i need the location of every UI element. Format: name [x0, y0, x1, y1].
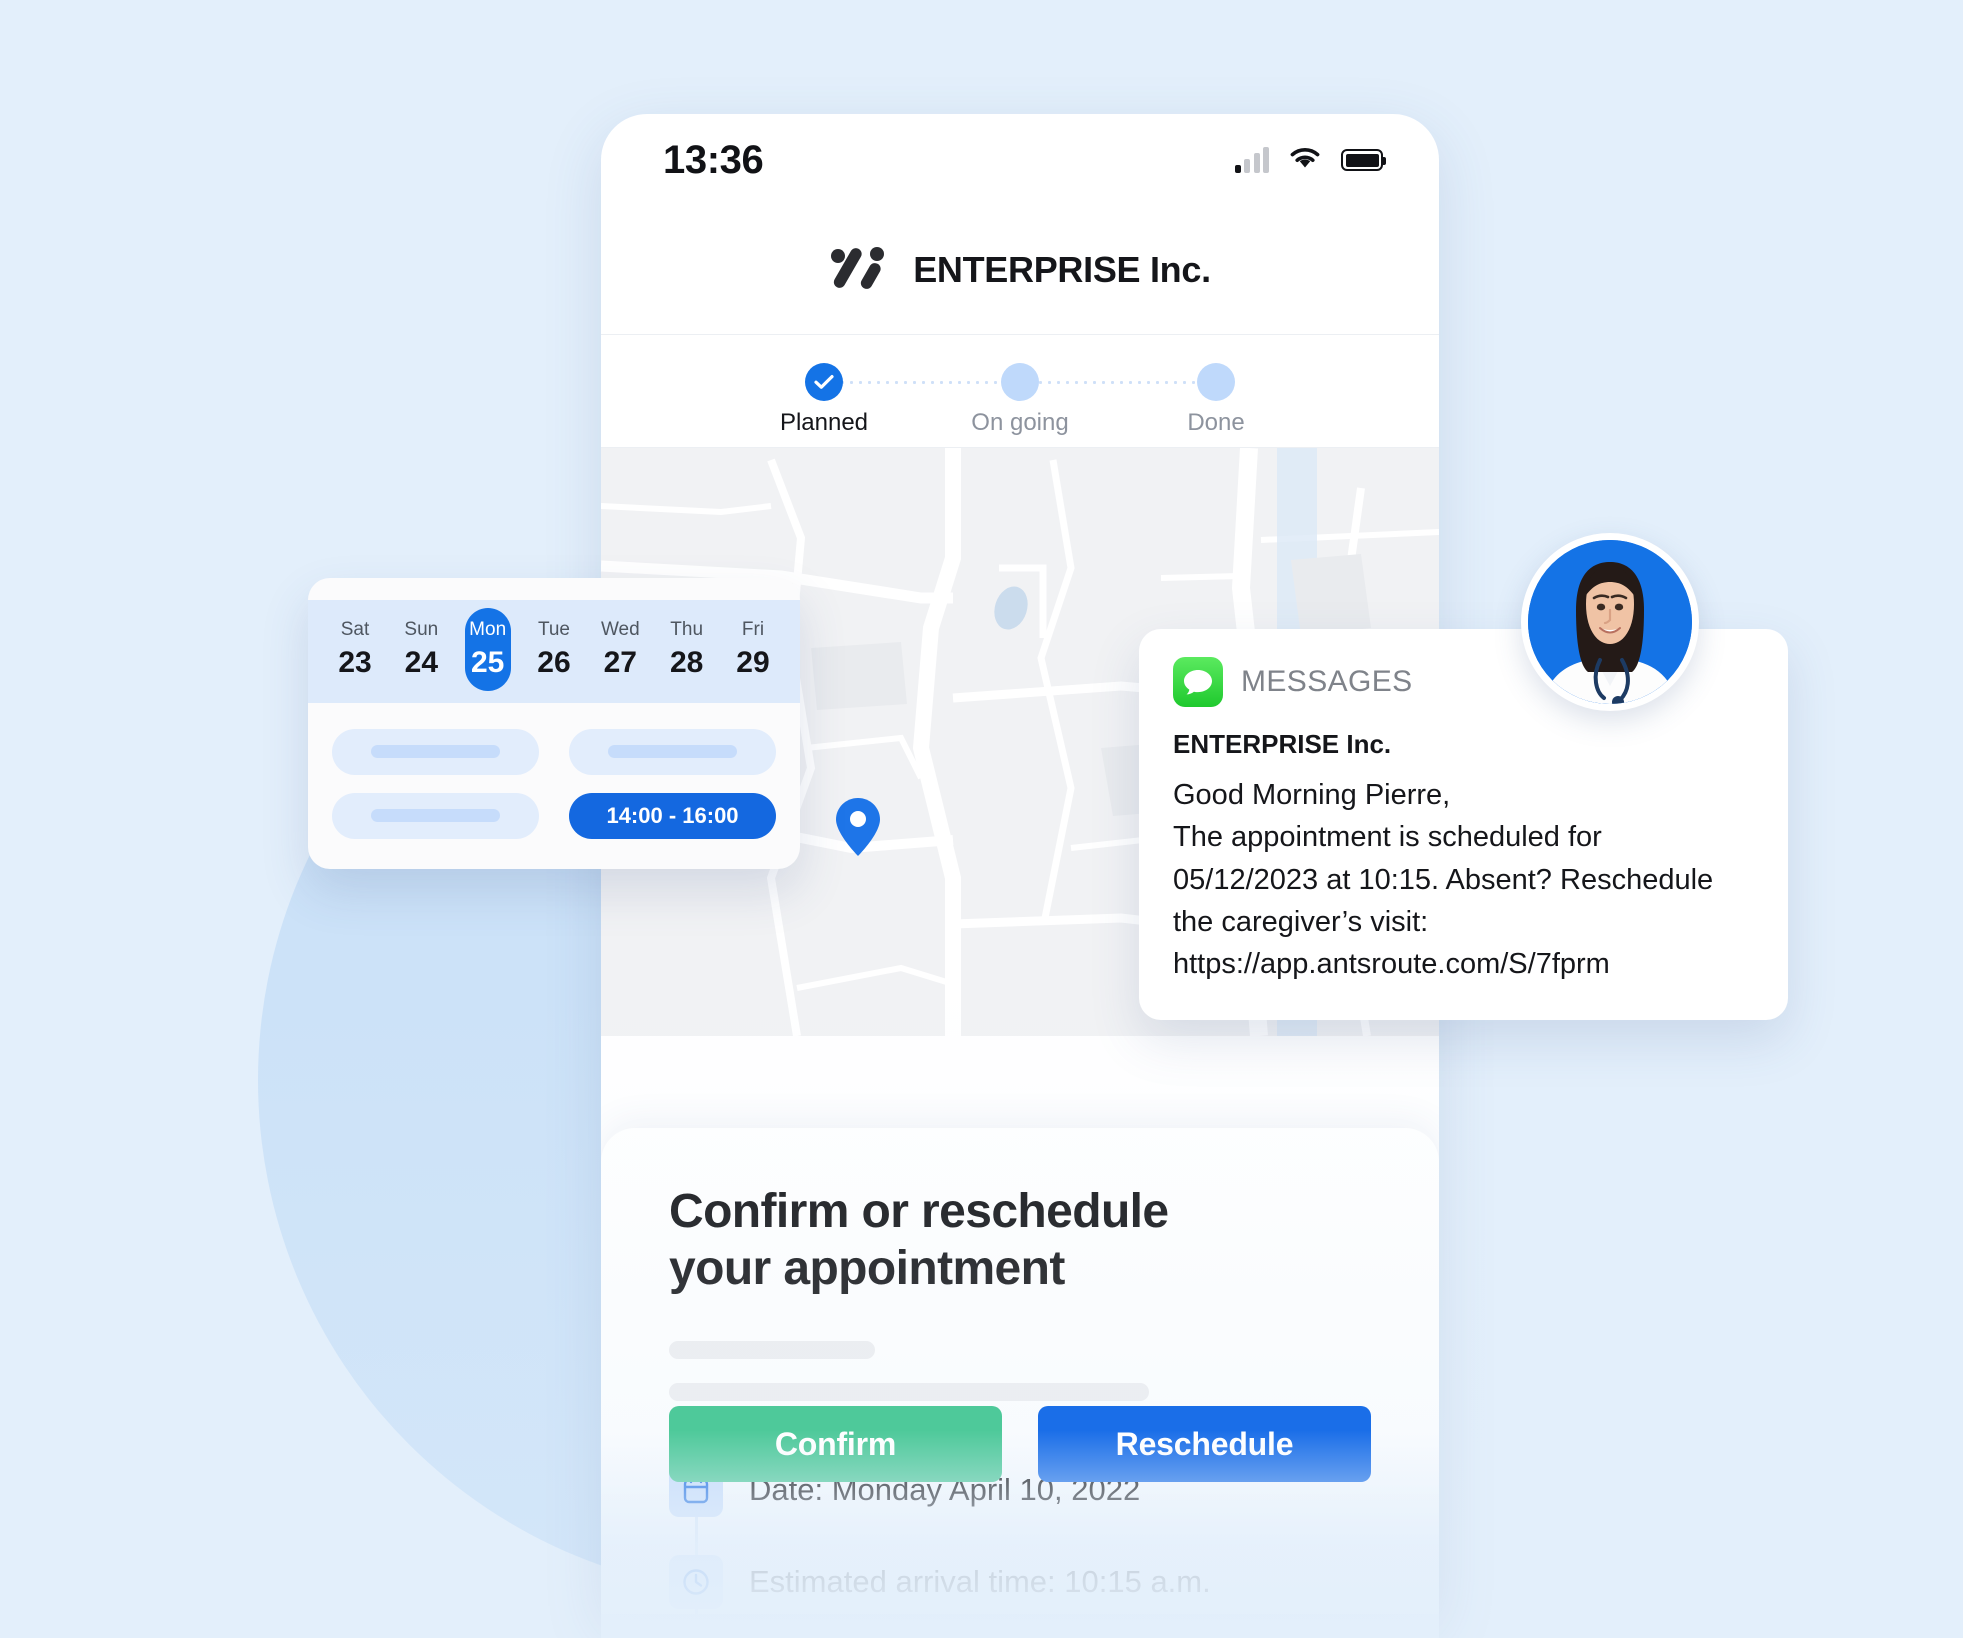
calendar-day-number: 29 [736, 645, 770, 679]
calendar-day-number: 24 [404, 645, 439, 679]
calendar-day[interactable]: Wed 27 [597, 608, 643, 691]
stepper-dot-done [1197, 363, 1235, 401]
calendar-day[interactable]: Sat 23 [332, 608, 378, 691]
stepper-step-planned[interactable]: Planned [749, 335, 899, 447]
brand-name: ENTERPRISE Inc. [913, 249, 1211, 290]
calendar-day-number: 26 [537, 645, 571, 679]
stepper-step-ongoing[interactable]: On going [945, 335, 1095, 447]
caregiver-portrait [1528, 540, 1692, 704]
time-slot-placeholder[interactable] [332, 728, 539, 775]
calendar-card: Sat 23 Sun 24 Mon 25 Tue 26 Wed 27 Thu 2… [308, 578, 800, 869]
calendar-day-dow: Thu [670, 619, 704, 640]
sms-notification-card[interactable]: MESSAGES ENTERPRISE Inc. Good Morning Pi… [1139, 629, 1788, 1020]
calendar-day-dow: Sat [340, 619, 370, 640]
calendar-slot-grid: 14:00 - 16:00 [308, 703, 800, 869]
brand-header: ENTERPRISE Inc. [601, 206, 1439, 335]
action-buttons: Confirm Reschedule [669, 1406, 1371, 1482]
slot-bar [371, 809, 500, 822]
placeholder-line-2 [669, 1383, 1149, 1402]
calendar-day-dow: Mon [469, 619, 507, 640]
time-slot-placeholder[interactable] [332, 792, 539, 839]
calendar-day[interactable]: Tue 26 [531, 608, 577, 691]
messages-app-icon [1173, 657, 1223, 707]
enterprise-logo-icon [829, 242, 891, 299]
calendar-day-dow: Wed [600, 619, 640, 640]
slot-bar [608, 745, 737, 758]
calendar-day-number: 23 [338, 645, 372, 679]
caregiver-avatar [1521, 533, 1699, 711]
stepper-label-done: Done [1187, 409, 1245, 436]
map-pin-icon [834, 796, 882, 858]
time-slot-placeholder[interactable] [569, 728, 776, 775]
signal-bars-icon [1234, 147, 1269, 173]
stepper-dot-ongoing [1001, 363, 1039, 401]
calendar-day[interactable]: Sun 24 [398, 608, 444, 691]
calendar-day-dow: Sun [404, 619, 439, 640]
check-icon [805, 363, 843, 401]
status-bar: 13:36 [601, 114, 1439, 206]
calendar-day-dow: Tue [537, 619, 570, 640]
status-bar-icons [1234, 145, 1386, 175]
time-slot-selected[interactable]: 14:00 - 16:00 [569, 792, 776, 839]
status-bar-time: 13:36 [663, 137, 764, 182]
battery-icon [1341, 149, 1386, 171]
clock-icon [669, 1555, 723, 1610]
calendar-day[interactable]: Fri 29 [730, 608, 776, 691]
calendar-day-number: 25 [470, 645, 505, 679]
detail-text-arrival-time: Estimated arrival time: 10:15 a.m. [749, 1564, 1211, 1600]
appointment-status-stepper: Planned On going Done [601, 335, 1439, 448]
calendar-day-strip: Sat 23 Sun 24 Mon 25 Tue 26 Wed 27 Thu 2… [308, 600, 800, 703]
appointment-details: Date: Monday April 10, 2022 Estimated ar… [669, 1463, 1371, 1614]
placeholder-line-1 [669, 1341, 875, 1360]
page-title: Confirm or reschedule your appointment [669, 1185, 1169, 1295]
calendar-day-number: 28 [669, 645, 704, 679]
reschedule-button[interactable]: Reschedule [1038, 1406, 1371, 1482]
calendar-card-top-spacer [308, 578, 800, 600]
notification-body: Good Morning Pierre, The appointment is … [1173, 779, 1714, 981]
notification-sender: ENTERPRISE Inc. [1173, 729, 1392, 759]
calendar-day-dow: Fri [741, 619, 765, 640]
stepper-label-planned: Planned [779, 409, 869, 436]
stepper-step-done[interactable]: Done [1141, 335, 1291, 447]
detail-row-arrival-time: Estimated arrival time: 10:15 a.m. [669, 1555, 1371, 1610]
calendar-day[interactable]: Thu 28 [664, 608, 710, 691]
confirm-button[interactable]: Confirm [669, 1406, 1002, 1482]
wifi-icon [1288, 145, 1322, 175]
stepper-label-ongoing: On going [971, 409, 1069, 436]
notification-app-name: MESSAGES [1241, 665, 1413, 698]
calendar-day-selected[interactable]: Mon 25 [464, 608, 511, 691]
slot-bar [371, 745, 500, 758]
calendar-day-number: 27 [603, 645, 637, 679]
appointment-sheet: Confirm or reschedule your appointment D… [601, 1128, 1439, 1614]
